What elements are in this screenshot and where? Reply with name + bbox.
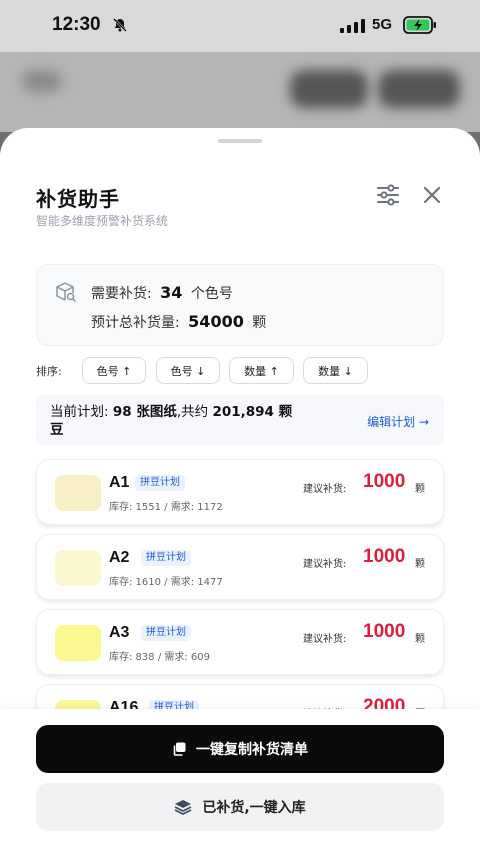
suggest-value: 1000 — [363, 546, 406, 567]
plan-suffix: 豆 — [50, 422, 64, 438]
color-swatch — [55, 475, 101, 511]
sheet-title: 补货助手 — [36, 187, 120, 211]
background-blurred-header — [0, 52, 480, 132]
stack-icon — [174, 800, 192, 815]
total-restock-row: 预计总补货量: 54000 颗 — [91, 312, 266, 332]
stock-demand: 库存: 1551 / 需求: 1172 — [109, 502, 223, 513]
bottom-action-bar: 一键复制补货清单 已补货,一键入库 — [0, 709, 480, 853]
total-restock-unit: 颗 — [252, 315, 267, 331]
color-code: A1 — [109, 474, 130, 491]
color-swatch — [55, 625, 101, 661]
restock-summary-card: 需要补货: 34 个色号 预计总补货量: 54000 颗 — [36, 264, 444, 346]
network-label: 5G — [372, 16, 393, 33]
bell-muted-icon — [113, 18, 127, 32]
sort-code-desc-button[interactable]: 色号 ↓ — [156, 357, 220, 384]
need-restock-row: 需要补货: 34 个色号 — [91, 283, 233, 303]
restock-complete-label: 已补货,一键入库 — [202, 800, 306, 816]
suggest-label: 建议补货: — [303, 484, 347, 495]
copy-restock-list-button[interactable]: 一键复制补货清单 — [36, 725, 444, 773]
suggest-unit: 颗 — [415, 559, 425, 570]
status-bar: 12:30 5G — [0, 0, 480, 52]
restock-item-card[interactable]: A1 拼豆计划 库存: 1551 / 需求: 1172 建议补货: 1000 颗 — [36, 459, 444, 525]
suggest-value: 1000 — [363, 621, 406, 642]
plan-tag: 拼豆计划 — [135, 475, 185, 491]
sheet-subtitle: 智能多维度预警补货系统 — [36, 214, 169, 228]
signal-icon — [340, 19, 365, 33]
color-swatch — [55, 550, 101, 586]
suggest-label: 建议补货: — [303, 559, 347, 570]
restock-sheet: 补货助手 智能多维度预警补货系统 需要补货: 34 个色号 预计总补货量: 54… — [0, 128, 480, 853]
color-code: A2 — [109, 549, 130, 566]
color-code: A3 — [109, 624, 130, 641]
total-restock-value: 54000 — [188, 312, 244, 331]
close-icon[interactable] — [422, 185, 442, 205]
current-plan-text: 当前计划: 98 张图纸,共约 201,894 颗 豆 — [50, 403, 350, 439]
current-plan-banner: 当前计划: 98 张图纸,共约 201,894 颗 豆 编辑计划 → — [36, 394, 444, 446]
stock-demand: 库存: 1610 / 需求: 1477 — [109, 577, 223, 588]
restock-item-card[interactable]: A2 拼豆计划 库存: 1610 / 需求: 1477 建议补货: 1000 颗 — [36, 534, 444, 600]
sort-label: 排序: — [36, 365, 62, 378]
need-restock-label: 需要补货: — [91, 286, 152, 302]
sort-code-asc-button[interactable]: 色号 ↑ — [82, 357, 146, 384]
sort-qty-desc-button[interactable]: 数量 ↓ — [303, 357, 368, 384]
suggest-label: 建议补货: — [303, 634, 347, 645]
need-restock-count: 34 — [160, 283, 183, 302]
sliders-icon[interactable] — [376, 184, 400, 206]
status-time: 12:30 — [52, 14, 101, 35]
sort-qty-asc-button[interactable]: 数量 ↑ — [229, 357, 294, 384]
plan-middle: ,共约 — [176, 404, 209, 420]
sheet-grabber[interactable] — [218, 139, 262, 143]
plan-tag: 拼豆计划 — [141, 625, 191, 641]
suggest-unit: 颗 — [415, 484, 425, 495]
restock-item-card[interactable]: A3 拼豆计划 库存: 838 / 需求: 609 建议补货: 1000 颗 — [36, 609, 444, 675]
suggest-value: 1000 — [363, 471, 406, 492]
battery-charging-icon — [403, 16, 436, 34]
plan-bead-count: 201,894 颗 — [212, 404, 293, 420]
total-restock-label: 预计总补货量: — [91, 315, 180, 331]
stock-demand: 库存: 838 / 需求: 609 — [109, 652, 210, 663]
suggest-unit: 颗 — [415, 634, 425, 645]
copy-icon — [173, 742, 186, 756]
plan-sheet-count: 98 张图纸 — [112, 404, 177, 420]
box-search-icon — [56, 282, 76, 302]
edit-plan-link[interactable]: 编辑计划 → — [367, 413, 429, 430]
restock-complete-button[interactable]: 已补货,一键入库 — [36, 783, 444, 831]
plan-prefix: 当前计划: — [50, 404, 109, 420]
need-restock-unit: 个色号 — [190, 286, 233, 302]
plan-tag: 拼豆计划 — [141, 550, 191, 566]
copy-restock-list-label: 一键复制补货清单 — [196, 742, 308, 758]
